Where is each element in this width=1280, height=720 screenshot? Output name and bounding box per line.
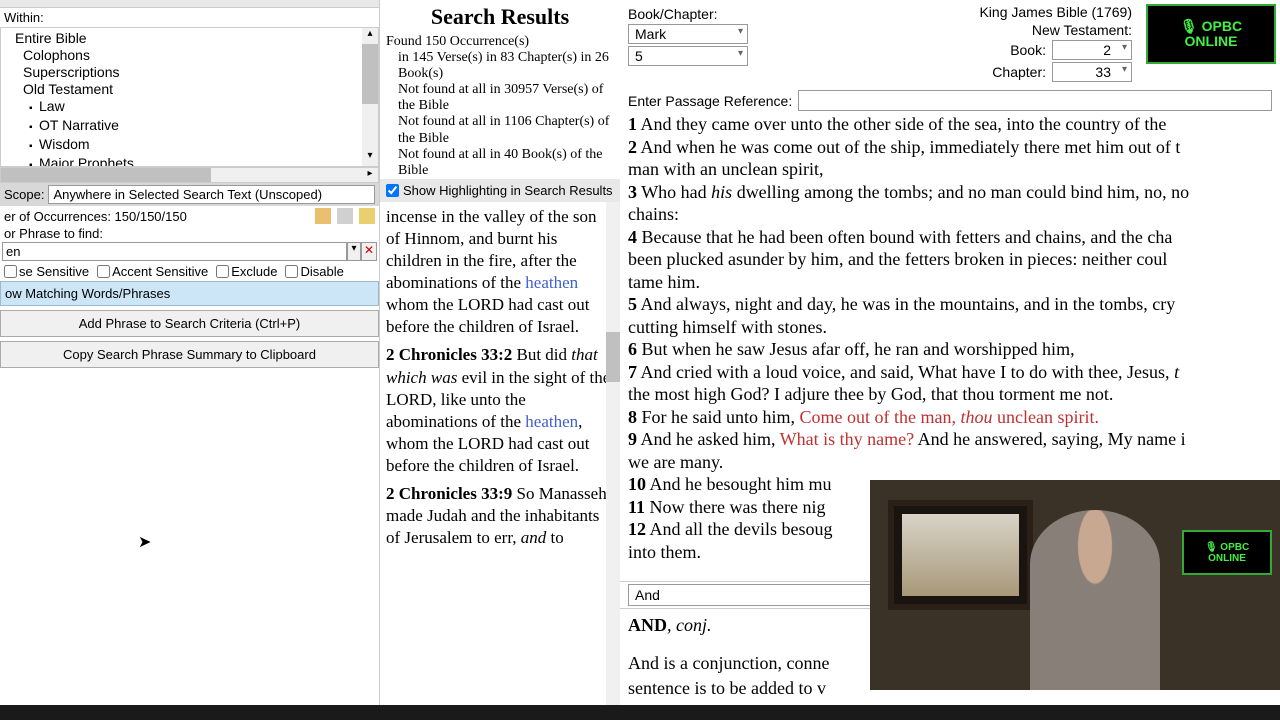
book-num-combo[interactable]: 2 <box>1052 40 1132 60</box>
opbc-logo: 🎙 OPBC ONLINE <box>1146 4 1276 64</box>
scroll-up-icon[interactable]: ▴ <box>362 28 378 44</box>
add-phrase-button[interactable]: Add Phrase to Search Criteria (Ctrl+P) <box>0 310 379 337</box>
heathen-link[interactable]: heathen <box>525 412 578 431</box>
passage-ref-label: Enter Passage Reference: <box>628 93 792 109</box>
book-chapter-label: Book/Chapter: <box>628 6 718 22</box>
scroll-thumb[interactable] <box>362 44 378 104</box>
tree-item[interactable]: Superscriptions <box>5 64 374 81</box>
phrase-label: or Phrase to find: <box>0 226 379 241</box>
chapter-num-combo[interactable]: 33 <box>1052 62 1132 82</box>
highlight-label: Show Highlighting in Search Results <box>403 183 613 198</box>
tree-item[interactable]: ▪Major Prophets <box>5 155 374 167</box>
brush-icon[interactable] <box>359 208 375 224</box>
tree-item[interactable]: Old Testament <box>5 81 374 98</box>
video-presenter <box>1030 510 1160 690</box>
tree-item[interactable]: Colophons <box>5 47 374 64</box>
video-overlay: 🎙 OPBC ONLINE <box>870 480 1280 690</box>
results-title: Search Results <box>380 0 620 34</box>
video-opbc-logo: 🎙 OPBC ONLINE <box>1182 530 1272 575</box>
scrollbar[interactable]: ▴ ▾ <box>362 28 378 166</box>
chapter-num-label: Chapter: <box>992 64 1046 80</box>
scripture-panel: Book/Chapter: Mark 5 King James Bible (1… <box>620 0 1280 705</box>
scroll-down-icon[interactable]: ▾ <box>362 150 378 166</box>
verse-ref[interactable]: 2 Chronicles 33:2 <box>386 345 512 364</box>
scope-label: Scope: <box>4 187 44 202</box>
tree-container: Entire BibleColophonsSuperscriptionsOld … <box>0 27 379 167</box>
exclude-checkbox[interactable]: Exclude <box>216 264 277 279</box>
clear-phrase-icon[interactable]: ✕ <box>361 242 377 261</box>
occurrences-label: er of Occurrences: 150/150/150 <box>4 209 187 224</box>
verse-ref[interactable]: 2 Chronicles 33:9 <box>386 484 512 503</box>
matching-words-row[interactable]: ow Matching Words/Phrases <box>0 281 379 306</box>
case-sensitive-checkbox[interactable]: se Sensitive <box>4 264 89 279</box>
scope-combo[interactable]: Anywhere in Selected Search Text (Unscop… <box>48 185 375 204</box>
nt-label: New Testament: <box>1032 22 1132 38</box>
search-results-panel: Search Results Found 150 Occurrence(s) i… <box>380 0 620 705</box>
book-num-label: Book: <box>1010 42 1046 58</box>
folder-icon[interactable] <box>315 208 331 224</box>
disable-checkbox[interactable]: Disable <box>285 264 343 279</box>
accent-sensitive-checkbox[interactable]: Accent Sensitive <box>97 264 208 279</box>
results-scroll-thumb[interactable] <box>606 332 620 382</box>
copy-icon[interactable] <box>337 208 353 224</box>
toolbar-top <box>0 0 379 8</box>
phrase-input[interactable] <box>2 242 347 261</box>
left-panel: Within: Entire BibleColophonsSuperscript… <box>0 0 380 705</box>
results-scrollbar[interactable] <box>606 202 620 705</box>
book-combo[interactable]: Mark <box>628 24 748 44</box>
chapter-combo[interactable]: 5 <box>628 46 748 66</box>
tree-item[interactable]: ▪Wisdom <box>5 136 374 155</box>
tree-item[interactable]: ▪OT Narrative <box>5 117 374 136</box>
heathen-link[interactable]: heathen <box>525 273 578 292</box>
results-stats: Found 150 Occurrence(s) in 145 Verse(s) … <box>380 34 620 179</box>
hscroll-thumb[interactable] <box>1 168 211 182</box>
highlight-checkbox[interactable] <box>386 184 399 197</box>
version-label: King James Bible (1769) <box>979 4 1132 20</box>
hscroll-right-icon[interactable]: ▸ <box>362 168 378 179</box>
copy-summary-button[interactable]: Copy Search Phrase Summary to Clipboard <box>0 341 379 368</box>
phrase-dropdown-icon[interactable]: ▾ <box>347 242 361 261</box>
horizontal-scroll[interactable]: ▸ <box>0 167 379 183</box>
passage-input[interactable] <box>798 90 1272 111</box>
bottom-bar <box>0 705 1280 720</box>
tree-item[interactable]: ▪Law <box>5 98 374 117</box>
video-painting-frame <box>888 500 1033 610</box>
tree-item[interactable]: Entire Bible <box>5 30 374 47</box>
results-body[interactable]: incense in the valley of the son of Hinn… <box>380 202 620 705</box>
within-label: Within: <box>4 10 375 25</box>
